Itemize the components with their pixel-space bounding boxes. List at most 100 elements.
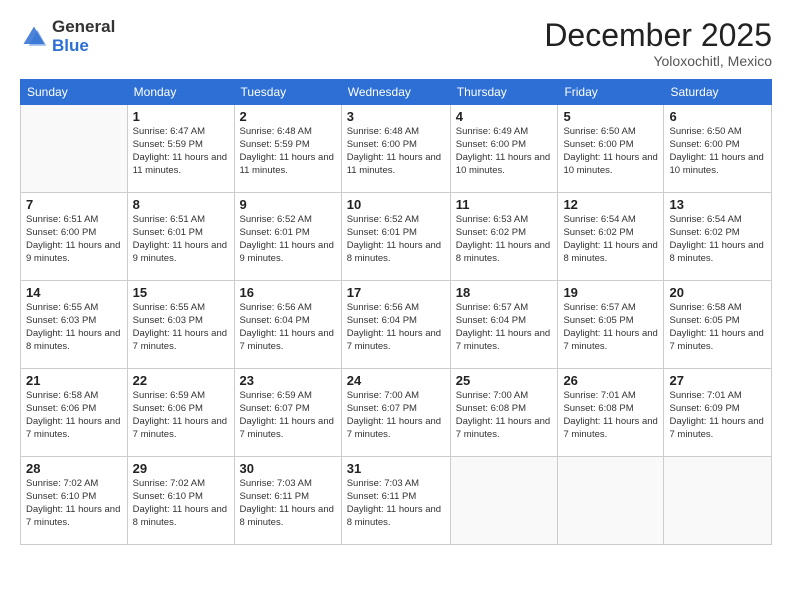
day-info: Sunrise: 7:02 AM Sunset: 6:10 PM Dayligh…	[133, 478, 229, 529]
day-info: Sunrise: 7:00 AM Sunset: 6:08 PM Dayligh…	[456, 390, 553, 441]
day-number: 18	[456, 285, 553, 300]
day-number: 28	[26, 461, 122, 476]
calendar-week-2: 7 Sunrise: 6:51 AM Sunset: 6:00 PM Daylig…	[21, 193, 772, 281]
day-number: 8	[133, 197, 229, 212]
day-info: Sunrise: 6:50 AM Sunset: 6:00 PM Dayligh…	[669, 126, 766, 177]
day-info: Sunrise: 6:55 AM Sunset: 6:03 PM Dayligh…	[26, 302, 122, 353]
calendar-cell: 15 Sunrise: 6:55 AM Sunset: 6:03 PM Dayli…	[127, 281, 234, 369]
logo-blue: Blue	[52, 37, 115, 56]
day-number: 13	[669, 197, 766, 212]
logo-general: General	[52, 18, 115, 37]
day-info: Sunrise: 6:51 AM Sunset: 6:00 PM Dayligh…	[26, 214, 122, 265]
day-number: 30	[240, 461, 336, 476]
page: General Blue December 2025 Yoloxochitl, …	[0, 0, 792, 612]
calendar-cell: 1Sunrise: 6:47 AM Sunset: 5:59 PM Daylig…	[127, 105, 234, 193]
calendar-cell: 7 Sunrise: 6:51 AM Sunset: 6:00 PM Daylig…	[21, 193, 128, 281]
calendar-cell: 3 Sunrise: 6:48 AM Sunset: 6:00 PM Daylig…	[341, 105, 450, 193]
day-number: 23	[240, 373, 336, 388]
day-number: 22	[133, 373, 229, 388]
day-info: Sunrise: 7:01 AM Sunset: 6:09 PM Dayligh…	[669, 390, 766, 441]
day-number: 16	[240, 285, 336, 300]
day-info: Sunrise: 6:54 AM Sunset: 6:02 PM Dayligh…	[669, 214, 766, 265]
col-sunday: Sunday	[21, 80, 128, 105]
calendar-cell: 4 Sunrise: 6:49 AM Sunset: 6:00 PM Daylig…	[450, 105, 558, 193]
calendar-cell: 11 Sunrise: 6:53 AM Sunset: 6:02 PM Dayli…	[450, 193, 558, 281]
day-info: Sunrise: 6:48 AM Sunset: 5:59 PM Dayligh…	[240, 126, 336, 177]
day-info: Sunrise: 6:49 AM Sunset: 6:00 PM Dayligh…	[456, 126, 553, 177]
logo: General Blue	[20, 18, 115, 55]
day-info: Sunrise: 7:02 AM Sunset: 6:10 PM Dayligh…	[26, 478, 122, 529]
day-number: 4	[456, 109, 553, 124]
day-number: 10	[347, 197, 445, 212]
day-info: Sunrise: 6:50 AM Sunset: 6:00 PM Dayligh…	[563, 126, 658, 177]
day-info: Sunrise: 6:52 AM Sunset: 6:01 PM Dayligh…	[240, 214, 336, 265]
day-info: Sunrise: 6:55 AM Sunset: 6:03 PM Dayligh…	[133, 302, 229, 353]
col-tuesday: Tuesday	[234, 80, 341, 105]
calendar-week-1: 1Sunrise: 6:47 AM Sunset: 5:59 PM Daylig…	[21, 105, 772, 193]
calendar-cell: 27Sunrise: 7:01 AM Sunset: 6:09 PM Dayli…	[664, 369, 772, 457]
calendar-cell: 23 Sunrise: 6:59 AM Sunset: 6:07 PM Dayli…	[234, 369, 341, 457]
calendar-cell: 29 Sunrise: 7:02 AM Sunset: 6:10 PM Dayli…	[127, 457, 234, 545]
calendar-cell: 2 Sunrise: 6:48 AM Sunset: 5:59 PM Daylig…	[234, 105, 341, 193]
col-friday: Friday	[558, 80, 664, 105]
calendar: Sunday Monday Tuesday Wednesday Thursday…	[20, 79, 772, 545]
calendar-cell: 17 Sunrise: 6:56 AM Sunset: 6:04 PM Dayli…	[341, 281, 450, 369]
day-number: 2	[240, 109, 336, 124]
calendar-week-5: 28 Sunrise: 7:02 AM Sunset: 6:10 PM Dayli…	[21, 457, 772, 545]
month-title: December 2025	[544, 18, 772, 53]
calendar-cell	[21, 105, 128, 193]
calendar-cell: 9Sunrise: 6:52 AM Sunset: 6:01 PM Daylig…	[234, 193, 341, 281]
day-info: Sunrise: 6:47 AM Sunset: 5:59 PM Dayligh…	[133, 126, 229, 177]
col-wednesday: Wednesday	[341, 80, 450, 105]
day-number: 31	[347, 461, 445, 476]
calendar-header: Sunday Monday Tuesday Wednesday Thursday…	[21, 80, 772, 105]
day-info: Sunrise: 7:01 AM Sunset: 6:08 PM Dayligh…	[563, 390, 658, 441]
day-number: 7	[26, 197, 122, 212]
day-info: Sunrise: 7:03 AM Sunset: 6:11 PM Dayligh…	[240, 478, 336, 529]
day-number: 11	[456, 197, 553, 212]
logo-icon	[20, 23, 48, 51]
col-saturday: Saturday	[664, 80, 772, 105]
day-number: 17	[347, 285, 445, 300]
calendar-cell: 30 Sunrise: 7:03 AM Sunset: 6:11 PM Dayli…	[234, 457, 341, 545]
calendar-cell	[558, 457, 664, 545]
day-info: Sunrise: 6:54 AM Sunset: 6:02 PM Dayligh…	[563, 214, 658, 265]
calendar-cell: 10 Sunrise: 6:52 AM Sunset: 6:01 PM Dayli…	[341, 193, 450, 281]
calendar-cell: 6Sunrise: 6:50 AM Sunset: 6:00 PM Daylig…	[664, 105, 772, 193]
calendar-body: 1Sunrise: 6:47 AM Sunset: 5:59 PM Daylig…	[21, 105, 772, 545]
day-number: 24	[347, 373, 445, 388]
calendar-week-4: 21Sunrise: 6:58 AM Sunset: 6:06 PM Dayli…	[21, 369, 772, 457]
calendar-cell: 18 Sunrise: 6:57 AM Sunset: 6:04 PM Dayli…	[450, 281, 558, 369]
title-block: December 2025 Yoloxochitl, Mexico	[544, 18, 772, 69]
calendar-cell: 19 Sunrise: 6:57 AM Sunset: 6:05 PM Dayli…	[558, 281, 664, 369]
day-info: Sunrise: 6:52 AM Sunset: 6:01 PM Dayligh…	[347, 214, 445, 265]
day-info: Sunrise: 7:00 AM Sunset: 6:07 PM Dayligh…	[347, 390, 445, 441]
calendar-cell: 12Sunrise: 6:54 AM Sunset: 6:02 PM Dayli…	[558, 193, 664, 281]
day-number: 20	[669, 285, 766, 300]
calendar-cell: 20Sunrise: 6:58 AM Sunset: 6:05 PM Dayli…	[664, 281, 772, 369]
day-info: Sunrise: 6:59 AM Sunset: 6:06 PM Dayligh…	[133, 390, 229, 441]
day-info: Sunrise: 6:57 AM Sunset: 6:04 PM Dayligh…	[456, 302, 553, 353]
logo-text: General Blue	[52, 18, 115, 55]
col-thursday: Thursday	[450, 80, 558, 105]
day-number: 26	[563, 373, 658, 388]
day-number: 19	[563, 285, 658, 300]
day-info: Sunrise: 6:56 AM Sunset: 6:04 PM Dayligh…	[240, 302, 336, 353]
calendar-cell	[664, 457, 772, 545]
calendar-week-3: 14Sunrise: 6:55 AM Sunset: 6:03 PM Dayli…	[21, 281, 772, 369]
day-number: 15	[133, 285, 229, 300]
day-info: Sunrise: 7:03 AM Sunset: 6:11 PM Dayligh…	[347, 478, 445, 529]
day-info: Sunrise: 6:59 AM Sunset: 6:07 PM Dayligh…	[240, 390, 336, 441]
day-info: Sunrise: 6:48 AM Sunset: 6:00 PM Dayligh…	[347, 126, 445, 177]
calendar-cell: 14Sunrise: 6:55 AM Sunset: 6:03 PM Dayli…	[21, 281, 128, 369]
day-number: 29	[133, 461, 229, 476]
calendar-cell: 24 Sunrise: 7:00 AM Sunset: 6:07 PM Dayli…	[341, 369, 450, 457]
calendar-cell: 21Sunrise: 6:58 AM Sunset: 6:06 PM Dayli…	[21, 369, 128, 457]
calendar-cell: 26 Sunrise: 7:01 AM Sunset: 6:08 PM Dayli…	[558, 369, 664, 457]
day-info: Sunrise: 6:56 AM Sunset: 6:04 PM Dayligh…	[347, 302, 445, 353]
calendar-cell	[450, 457, 558, 545]
day-info: Sunrise: 6:57 AM Sunset: 6:05 PM Dayligh…	[563, 302, 658, 353]
header: General Blue December 2025 Yoloxochitl, …	[20, 18, 772, 69]
day-info: Sunrise: 6:53 AM Sunset: 6:02 PM Dayligh…	[456, 214, 553, 265]
day-number: 3	[347, 109, 445, 124]
